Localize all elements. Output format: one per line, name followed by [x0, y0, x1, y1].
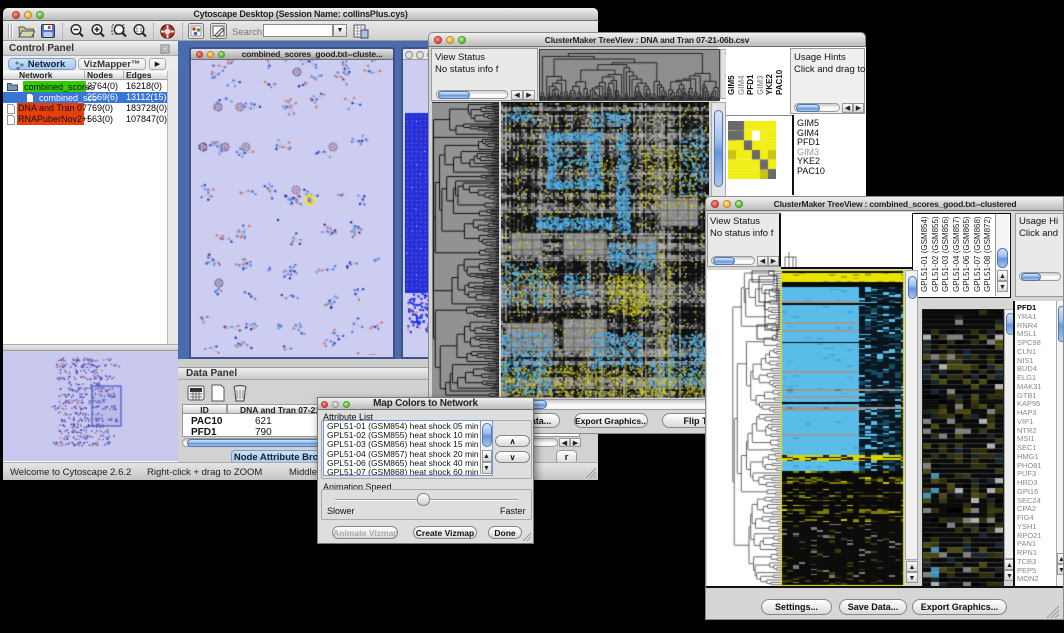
svg-text:1:1: 1:1 [136, 28, 143, 34]
